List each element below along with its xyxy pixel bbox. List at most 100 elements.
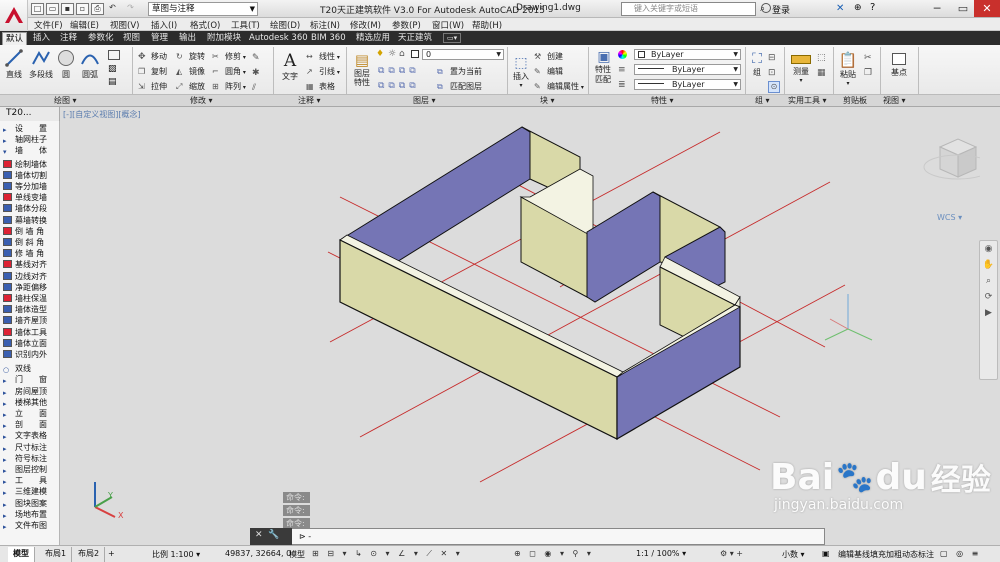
palette-item[interactable]: 等分加墙 <box>3 181 47 192</box>
select-all-icon[interactable]: ⬚ <box>817 51 826 66</box>
tab-output[interactable]: 输出 <box>176 32 199 45</box>
stretch-button[interactable]: ⇲ 拉伸 <box>138 81 167 92</box>
new-file-icon[interactable]: □ <box>31 3 44 15</box>
exchange-icon[interactable]: ✕ <box>836 3 844 14</box>
annotation-toggle-icons[interactable]: ⊕ ◻ ◉ ▾ ⚲ ▾ <box>514 549 594 558</box>
wcs-label[interactable]: WCS ▾ <box>937 213 962 222</box>
file-tab[interactable]: T20... <box>0 107 60 121</box>
measure-button[interactable]: 测量 ▾ <box>790 53 812 84</box>
leader-button[interactable]: ↗ 引线 ▾ <box>306 66 340 77</box>
text-button[interactable]: A 文字 <box>280 51 300 82</box>
palette-item[interactable]: 墙体切割 <box>3 170 47 181</box>
menu-dimension[interactable]: 标注(N) <box>310 19 340 31</box>
undo-icon[interactable]: ↶ <box>106 3 119 15</box>
panel-title-draw[interactable]: 绘图 ▾ <box>54 95 77 106</box>
print-icon[interactable]: ⎙ <box>91 3 104 15</box>
open-file-icon[interactable]: ▭ <box>46 3 59 15</box>
command-line-input[interactable]: ⊳ - <box>250 528 825 545</box>
palette-item[interactable]: 墙齐屋顶 <box>3 315 47 326</box>
tab-autodesk360[interactable]: Autodesk 360 <box>246 32 311 45</box>
linear-dim-button[interactable]: ↔ 线性 ▾ <box>306 51 340 62</box>
layer-dropdown[interactable]: 0 ▼ <box>422 49 504 60</box>
layer-tool-icons-2[interactable]: ⧉⧉⧉⧉ <box>378 81 420 91</box>
palette-item[interactable]: 倒 斜 角 <box>3 237 44 248</box>
tab-tianzheng[interactable]: 天正建筑 <box>395 32 435 45</box>
palette-item[interactable]: 识别内外 <box>3 349 47 360</box>
palette-item[interactable]: 墙体造型 <box>3 304 47 315</box>
layer-tool-icons[interactable]: ⧉⧉⧉⧉ <box>378 66 420 76</box>
group-button[interactable]: ⛶ 组 <box>750 51 764 78</box>
drafting-toggle-icons[interactable]: ⊞ ⊟ ▾ ↳ ⊙ ▾ ∠ ▾ ⟋ ✕ ▾ <box>312 549 463 559</box>
hatch-icon[interactable]: ▨ <box>108 64 128 74</box>
panel-title-modify[interactable]: 修改 ▾ <box>190 95 213 106</box>
palette-item[interactable]: 修 墙 角 <box>3 248 44 259</box>
menu-window[interactable]: 窗口(W) <box>432 19 464 31</box>
zoom-icon[interactable]: ⌕ <box>980 276 997 286</box>
palette-item[interactable]: ▸ 文件布图 <box>3 520 47 531</box>
draw-extra-tools[interactable]: ▨ ▤ <box>108 50 128 92</box>
trim-button[interactable]: ✂ 修剪 ▾ <box>212 51 246 62</box>
palette-item[interactable]: 幕墙转换 <box>3 215 47 226</box>
palette-item[interactable]: ○ 双线 <box>3 363 31 374</box>
set-current-button[interactable]: ⧉ 置为当前 <box>437 66 482 77</box>
rectangle-icon[interactable] <box>108 50 120 60</box>
clipboard-extra-icons[interactable]: ✂ ❐ <box>864 51 872 81</box>
status-settings-icon[interactable]: ▣ <box>822 549 830 558</box>
scale-button[interactable]: ⤢ 缩放 <box>176 81 205 92</box>
palette-item[interactable]: ▸ 符号标注 <box>3 453 47 464</box>
status-tray-icons[interactable]: ▢ ◎ ≡ <box>940 549 981 558</box>
units-selector[interactable]: 小数 ▾ <box>782 549 805 560</box>
palette-item[interactable]: 净距偏移 <box>3 282 47 293</box>
table-small-icon[interactable]: ▤ <box>108 77 128 87</box>
tab-view[interactable]: 视图 <box>120 32 143 45</box>
tab-insert[interactable]: 插入 <box>30 32 53 45</box>
maximize-button[interactable]: ▭ <box>950 0 976 17</box>
menu-help[interactable]: 帮助(H) <box>472 19 502 31</box>
tab-bim360[interactable]: BIM 360 <box>308 32 349 45</box>
tab-default[interactable]: 默认 <box>2 32 28 45</box>
panel-title-properties[interactable]: 特性 ▾ <box>651 95 674 106</box>
layer-color-swatch[interactable] <box>411 50 419 58</box>
group-extra-icons[interactable]: ⊟ ⊡ ⊙ <box>768 51 780 93</box>
layout-tab-2[interactable]: 布局2 <box>73 547 106 562</box>
tab-featured-apps[interactable]: 精选应用 <box>353 32 393 45</box>
tab-addins[interactable]: 附加模块 <box>204 32 244 45</box>
workspace-switch-icon[interactable]: ⚙ ▾ + <box>720 549 743 558</box>
panel-title-annotation[interactable]: 注释 ▾ <box>298 95 321 106</box>
palette-item[interactable]: ▸ 剖 面 <box>3 419 47 430</box>
palette-item[interactable]: ▸ 立 面 <box>3 408 47 419</box>
erase-icon[interactable]: ✎ <box>252 51 260 66</box>
rotate-button[interactable]: ↻ 旋转 <box>176 51 205 62</box>
palette-item[interactable]: 单线变墙 <box>3 192 47 203</box>
ungroup-icon[interactable]: ⊟ <box>768 51 780 66</box>
paste-button[interactable]: 📋 粘贴 ▾ <box>838 51 858 87</box>
palette-item[interactable]: 边线对齐 <box>3 271 47 282</box>
array-button[interactable]: ⊞ 阵列 ▾ <box>212 81 246 92</box>
create-block-button[interactable]: ⚒ 创建 <box>534 51 563 62</box>
menu-modify[interactable]: 修改(M) <box>350 19 381 31</box>
palette-item[interactable]: 墙体分段 <box>3 203 47 214</box>
showmotion-icon[interactable]: ▶ <box>980 308 997 318</box>
panel-title-groups[interactable]: 组 ▾ <box>755 95 770 106</box>
edit-attributes-button[interactable]: ✎ 编辑属性 ▾ <box>534 81 584 92</box>
lightbulb-icon[interactable]: ♦ <box>376 49 384 59</box>
redo-icon[interactable]: ↷ <box>124 3 137 15</box>
mirror-button[interactable]: ◭ 镜像 <box>176 66 205 77</box>
wrench-icon[interactable]: 🔧 <box>268 530 279 540</box>
table-button[interactable]: ▦ 表格 <box>306 81 335 92</box>
circle-button[interactable]: 圆 <box>57 49 75 80</box>
insert-block-button[interactable]: ⬚ 插入 ▾ <box>511 55 531 89</box>
quick-calc-icon[interactable]: ▦ <box>817 66 826 81</box>
palette-item[interactable]: ▸ 图块图案 <box>3 498 47 509</box>
sun-icon[interactable]: ☼ <box>388 49 396 59</box>
palette-item[interactable]: ▸ 工 具 <box>3 475 47 486</box>
search-input[interactable]: 键入关键字或短语 <box>621 2 756 16</box>
layer-properties-button[interactable]: ▤ 图层特性 <box>352 51 372 87</box>
tab-manage[interactable]: 管理 <box>148 32 171 45</box>
palette-item[interactable]: 绘制墙体 <box>3 159 47 170</box>
orbit-icon[interactable]: ⟳ <box>980 292 997 302</box>
palette-item[interactable]: ▸ 轴网柱子 <box>3 134 47 145</box>
tab-parametric[interactable]: 参数化 <box>85 32 117 45</box>
panel-title-clipboard[interactable]: 剪贴板 <box>843 95 867 106</box>
save-icon[interactable]: ▪ <box>61 3 74 15</box>
